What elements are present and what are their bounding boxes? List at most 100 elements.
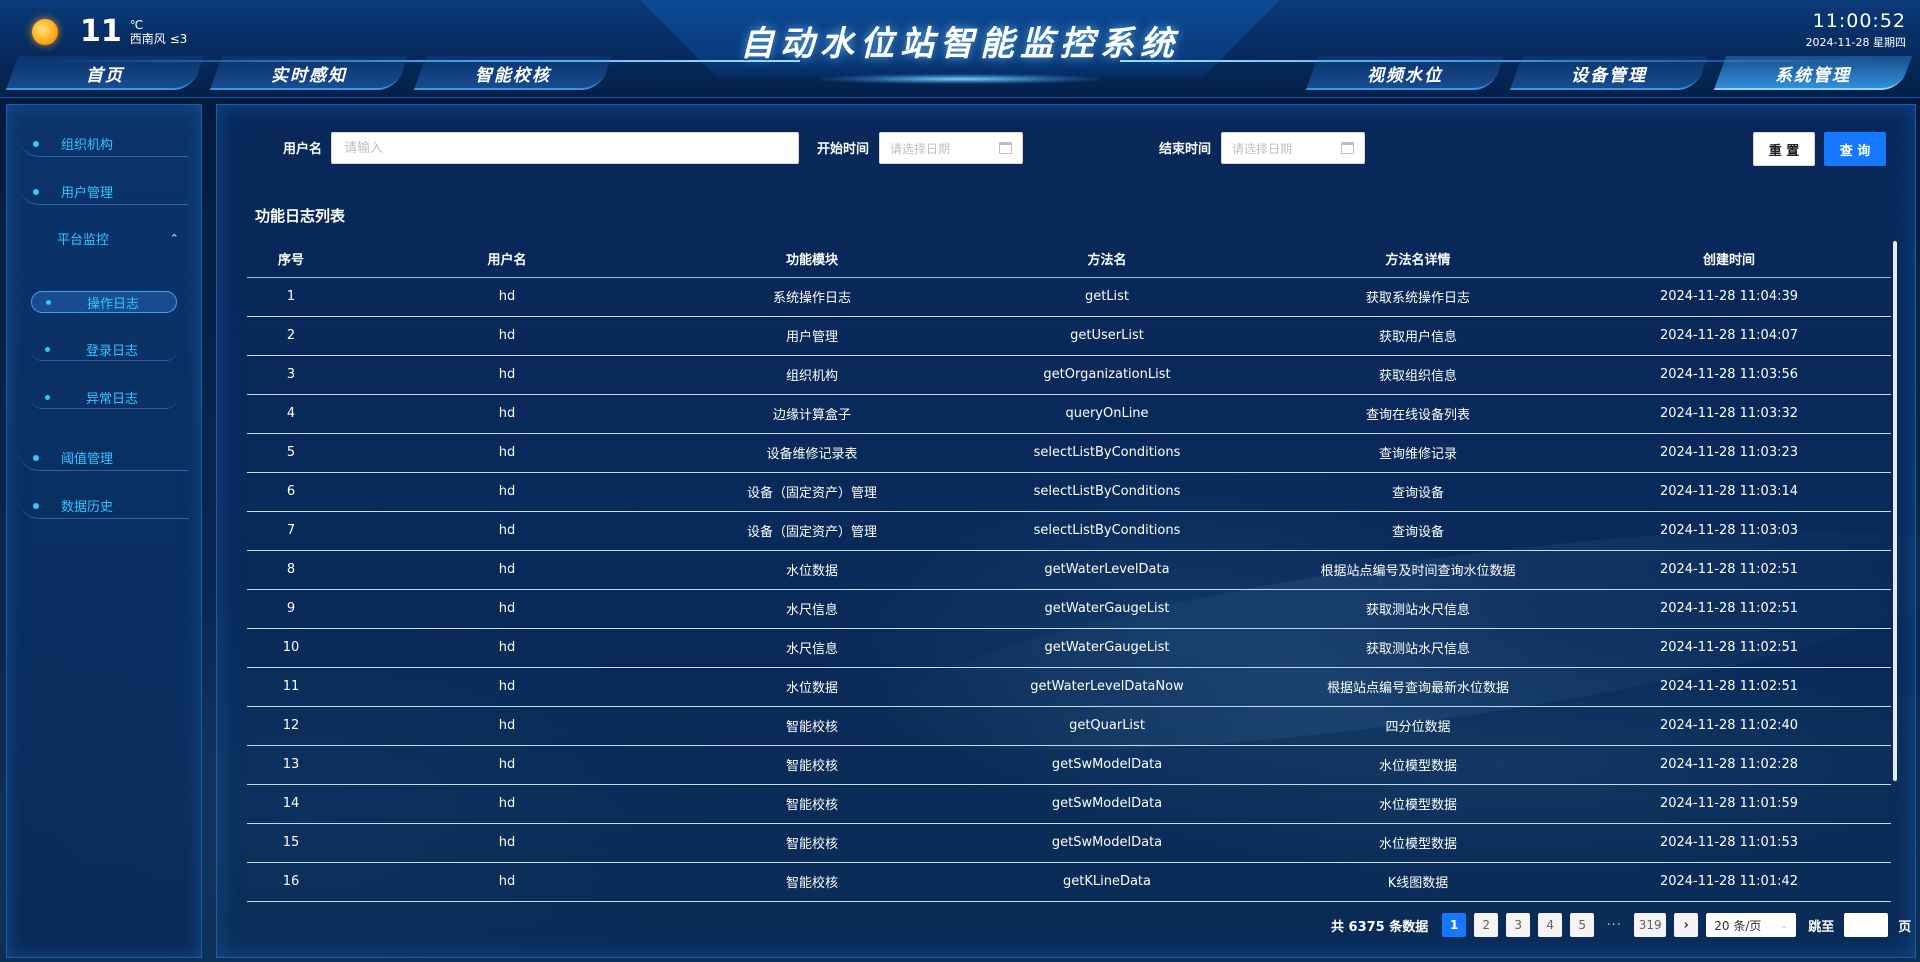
bullet-icon [33,140,39,147]
cell-method: getWaterLevelData [945,550,1269,590]
page-button-1[interactable]: 1 [1442,913,1467,937]
sidebar-group-platform-monitor[interactable]: 平台监控 ⌃ [19,225,189,251]
table-row[interactable]: 11 hd 水位数据 getWaterLevelDataNow 根据站点编号查询最新水位… [247,667,1891,707]
table-row[interactable]: 12 hd 智能校核 getQuarList 四分位数据 2024-11-28 11:02… [247,706,1891,746]
table-row[interactable]: 1 hd 系统操作日志 getList 获取系统操作日志 2024-11-28 11:04… [247,277,1891,317]
cell-index: 7 [247,511,335,551]
cell-index: 4 [247,394,335,434]
page-button-2[interactable]: 2 [1474,913,1499,937]
cell-index: 14 [247,784,335,824]
cell-method-detail: 获取测站水尺信息 [1269,589,1567,629]
sidebar-subitem-operation-log[interactable]: 操作日志 [31,291,177,313]
cell-index: 13 [247,745,335,785]
column-header-method: 方法名 [945,241,1269,278]
nav-system-management[interactable]: 系统管理 [1720,56,1906,90]
weather-meta: ℃ 西南风 ≤3 [130,18,188,46]
sidebar-subitem-exception-log[interactable]: 异常日志 [31,387,177,409]
table-row[interactable]: 3 hd 组织机构 getOrganizationList 获取组织信息 2024-11-… [247,355,1891,395]
cell-module: 设备维修记录表 [679,433,945,473]
cell-index: 3 [247,355,335,395]
cell-index: 11 [247,667,335,707]
cell-module: 水位数据 [679,667,945,707]
sidebar-item-user-management[interactable]: 用户管理 [19,179,189,205]
cell-method: getWaterGaugeList [945,628,1269,668]
list-title: 功能日志列表 [255,207,346,225]
cell-method: getSwModelData [945,745,1269,785]
reset-button[interactable]: 重 置 [1753,132,1815,166]
cell-created-time: 2024-11-28 11:03:56 [1567,355,1891,395]
sidebar-item-label: 组织机构 [61,138,114,153]
cell-created-time: 2024-11-28 11:02:28 [1567,745,1891,785]
jump-page-input[interactable] [1844,913,1889,937]
bullet-icon [45,347,50,352]
username-input[interactable] [331,132,799,164]
query-button[interactable]: 查 询 [1824,132,1886,166]
page-button-4[interactable]: 4 [1538,913,1563,937]
bullet-icon [46,299,51,305]
sidebar-subitem-login-log[interactable]: 登录日志 [31,339,177,361]
table-row[interactable]: 15 hd 智能校核 getSwModelData 水位模型数据 2024-11-28 1… [247,823,1891,863]
temperature-value: 11 [80,14,122,49]
calendar-icon [999,142,1012,154]
column-header-created-time: 创建时间 [1567,241,1891,278]
table-row[interactable]: 10 hd 水尺信息 getWaterGaugeList 获取测站水尺信息 2024-11… [247,628,1891,668]
cell-index: 8 [247,550,335,590]
cell-created-time: 2024-11-28 11:03:03 [1567,511,1891,551]
end-date-placeholder: 请选择日期 [1232,141,1293,156]
cell-method-detail: 查询设备 [1269,511,1567,551]
page-button-5[interactable]: 5 [1570,913,1595,937]
sidebar-item-organization[interactable]: 组织机构 [19,131,189,157]
cell-method: selectListByConditions [945,433,1269,473]
pagination: 共 6375 条数据 1 2 3 4 5 ··· 319 › 20 条/页 ⌄ … [1331,913,1911,937]
nav-home[interactable]: 首页 [12,56,198,90]
table-row[interactable]: 7 hd 设备（固定资产）管理 selectListByConditions 查询设备 2… [247,511,1891,551]
table-row[interactable]: 6 hd 设备（固定资产）管理 selectListByConditions 查询设备 2… [247,472,1891,512]
sidebar-item-data-history[interactable]: 数据历史 [19,493,189,519]
nav-realtime-sensing[interactable]: 实时感知 [216,56,402,90]
nav-smart-check[interactable]: 智能校核 [420,56,606,90]
nav-device-management[interactable]: 设备管理 [1516,56,1702,90]
cell-module: 智能校核 [679,745,945,785]
table-scrollbar[interactable] [1893,241,1897,781]
table-row[interactable]: 8 hd 水位数据 getWaterLevelData 根据站点编号及时间查询水位数据 2… [247,550,1891,590]
page-button-3[interactable]: 3 [1506,913,1531,937]
pagination-ellipsis[interactable]: ··· [1602,918,1626,933]
end-date-picker[interactable]: 请选择日期 [1221,132,1365,164]
cell-module: 设备（固定资产）管理 [679,472,945,512]
chevron-up-icon: ⌃ [169,231,179,245]
jump-suffix: 页 [1898,919,1912,935]
page-size-select[interactable]: 20 条/页 ⌄ [1706,913,1797,937]
table-row[interactable]: 14 hd 智能校核 getSwModelData 水位模型数据 2024-11-28 1… [247,784,1891,824]
cell-created-time: 2024-11-28 11:02:51 [1567,550,1891,590]
page-title: 自动水位站智能监控系统 [740,24,1180,64]
cell-username: hd [335,277,679,317]
cell-username: hd [335,784,679,824]
cell-method-detail: 水位模型数据 [1269,745,1567,785]
table-row[interactable]: 2 hd 用户管理 getUserList 获取用户信息 2024-11-28 11:04… [247,316,1891,356]
wind-info: 西南风 ≤3 [129,32,188,46]
cell-index: 16 [247,862,335,902]
page-button-last[interactable]: 319 [1634,913,1667,937]
cell-username: hd [335,706,679,746]
table-row[interactable]: 9 hd 水尺信息 getWaterGaugeList 获取测站水尺信息 2024-11-… [247,589,1891,629]
cell-module: 智能校核 [679,706,945,746]
cell-index: 15 [247,823,335,863]
table-row[interactable]: 16 hd 智能校核 getKLineData K线图数据 2024-11-28 11:0… [247,862,1891,902]
sidebar-item-label: 阈值管理 [61,452,114,467]
cell-index: 12 [247,706,335,746]
cell-method-detail: 查询维修记录 [1269,433,1567,473]
sidebar-item-threshold-management[interactable]: 阈值管理 [19,445,189,471]
cell-method: getOrganizationList [945,355,1269,395]
nav-video-water-level[interactable]: 视频水位 [1312,56,1498,90]
cell-module: 系统操作日志 [679,277,945,317]
sidebar-subitem-label: 登录日志 [86,344,139,359]
start-date-picker[interactable]: 请选择日期 [879,132,1023,164]
cell-created-time: 2024-11-28 11:01:59 [1567,784,1891,824]
table-row[interactable]: 4 hd 边缘计算盒子 queryOnLine 查询在线设备列表 2024-11-28 1… [247,394,1891,434]
table-row[interactable]: 5 hd 设备维修记录表 selectListByConditions 查询维修记录 20… [247,433,1891,473]
bullet-icon [45,395,50,400]
next-page-icon[interactable]: › [1674,913,1699,937]
cell-created-time: 2024-11-28 11:03:14 [1567,472,1891,512]
table-row[interactable]: 13 hd 智能校核 getSwModelData 水位模型数据 2024-11-28 1… [247,745,1891,785]
sidebar: 组织机构 用户管理 平台监控 ⌃ 操作日志 登录日志 异常日志 阈值管理 数据历… [6,104,202,958]
